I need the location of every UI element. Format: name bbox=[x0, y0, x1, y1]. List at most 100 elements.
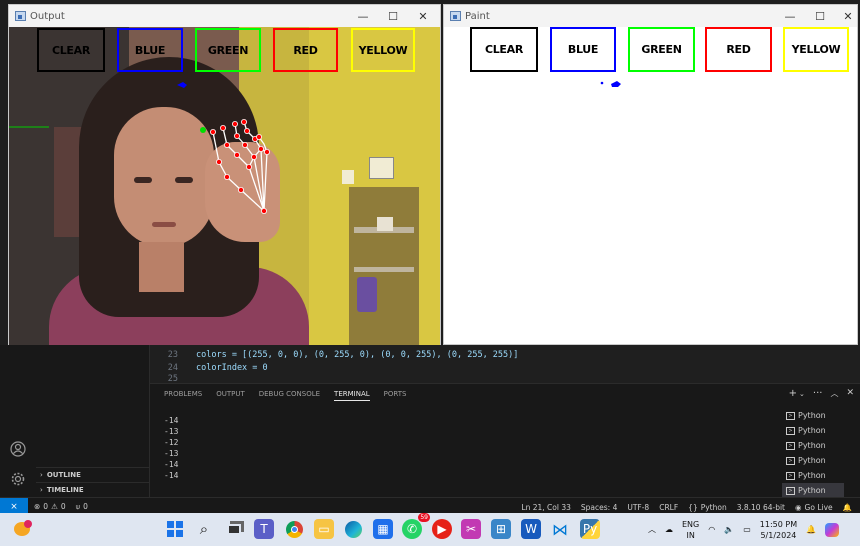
output-red-button[interactable]: RED bbox=[273, 28, 338, 72]
system-tray: ︿ ☁ ENG IN ◠ 🔈 ▭ 11:50 PM 5/1/2024 🔔 bbox=[648, 513, 840, 546]
maximize-panel-icon[interactable]: ︿ bbox=[830, 388, 838, 399]
notifications-bell-icon[interactable]: 🔔 bbox=[843, 503, 852, 512]
language-mode[interactable]: {} Python bbox=[688, 503, 727, 512]
braces-icon: {} bbox=[688, 502, 698, 512]
more-actions-icon[interactable]: ··· bbox=[813, 388, 823, 399]
youtube-music-icon[interactable]: ▶ bbox=[432, 519, 452, 539]
clock-date: 5/1/2024 bbox=[760, 530, 797, 540]
terminal-line: -14 bbox=[164, 416, 179, 425]
chevron-up-icon[interactable]: ︿ bbox=[648, 524, 656, 535]
outline-section[interactable]: › OUTLINE bbox=[36, 467, 150, 482]
code-text: colors = [(255, 0, 0), (0, 255, 0), (0, … bbox=[196, 349, 519, 360]
language-code: ENG bbox=[682, 519, 700, 529]
window-app-icon bbox=[15, 11, 26, 21]
output-clear-button[interactable]: CLEAR bbox=[37, 28, 105, 72]
search-icon[interactable]: ⌕ bbox=[194, 519, 214, 539]
close-panel-icon[interactable]: ✕ bbox=[846, 388, 854, 399]
end-of-line[interactable]: CRLF bbox=[659, 503, 678, 512]
output-yellow-button[interactable]: YELLOW bbox=[351, 28, 415, 72]
vscode-icon[interactable]: ⋈ bbox=[550, 519, 570, 539]
antenna-icon: ⍦ bbox=[75, 501, 81, 511]
code-text: colorIndex = 0 bbox=[196, 362, 268, 373]
terminal-icon: > bbox=[786, 441, 795, 450]
onedrive-cloud-icon[interactable]: ☁ bbox=[665, 525, 673, 534]
wifi-icon[interactable]: ◠ bbox=[708, 525, 715, 534]
snipping-tool-icon[interactable]: ✂ bbox=[461, 519, 481, 539]
language-indicator[interactable]: ENG IN bbox=[682, 519, 699, 541]
paint-blue-button[interactable]: BLUE bbox=[550, 27, 616, 72]
chevron-down-icon[interactable]: ⌄ bbox=[799, 390, 805, 399]
line-number: 24 bbox=[167, 362, 178, 373]
notification-bell-icon[interactable]: 🔔 bbox=[806, 525, 816, 534]
problems-status[interactable]: ⊗ 0 ⚠ 0 bbox=[34, 502, 66, 511]
tab-terminal[interactable]: TERMINAL bbox=[334, 390, 370, 401]
paint-red-button[interactable]: RED bbox=[705, 27, 772, 72]
edge-icon[interactable] bbox=[343, 519, 363, 539]
terminal-instance[interactable]: > Python bbox=[782, 453, 844, 468]
word-icon[interactable]: W bbox=[521, 519, 541, 539]
maximize-icon[interactable]: ☐ bbox=[378, 5, 408, 27]
close-icon[interactable]: ✕ bbox=[408, 5, 438, 27]
task-view-icon[interactable] bbox=[224, 519, 244, 539]
paint-yellow-button[interactable]: YELLOW bbox=[783, 27, 849, 72]
output-green-button[interactable]: GREEN bbox=[195, 28, 261, 72]
cursor-position[interactable]: Ln 21, Col 33 bbox=[521, 503, 570, 512]
battery-icon[interactable]: ▭ bbox=[743, 525, 751, 534]
go-live-label: Go Live bbox=[804, 502, 833, 512]
panel-tabs: PROBLEMS OUTPUT DEBUG CONSOLE TERMINAL P… bbox=[164, 390, 406, 401]
go-live-button[interactable]: ◉ Go Live bbox=[795, 503, 833, 512]
timeline-section[interactable]: › TIMELINE bbox=[36, 482, 150, 497]
terminal-instance-active[interactable]: > Python bbox=[782, 483, 844, 498]
output-window[interactable]: Output — ☐ ✕ CLEAR BLUE GREEN RED YELLOW bbox=[8, 4, 441, 350]
terminal-icon: > bbox=[786, 486, 795, 495]
terminal-instance-label: Python bbox=[798, 456, 826, 465]
code-line: 24 colorIndex = 0 bbox=[150, 361, 268, 374]
maximize-icon[interactable]: ☐ bbox=[805, 5, 835, 27]
start-windows-icon[interactable] bbox=[165, 519, 185, 539]
chevron-right-icon: › bbox=[40, 486, 43, 494]
tab-output[interactable]: OUTPUT bbox=[216, 390, 245, 401]
minimize-icon[interactable]: — bbox=[775, 5, 805, 27]
terminal-line: -13 bbox=[164, 427, 179, 436]
teams-icon[interactable]: T bbox=[254, 519, 274, 539]
account-icon[interactable] bbox=[10, 441, 26, 457]
clock-time: 11:50 PM bbox=[759, 519, 798, 529]
tab-debug-console[interactable]: DEBUG CONSOLE bbox=[259, 390, 320, 401]
volume-icon[interactable]: 🔈 bbox=[724, 525, 734, 534]
encoding[interactable]: UTF-8 bbox=[627, 503, 649, 512]
tab-ports[interactable]: PORTS bbox=[384, 390, 407, 401]
clock[interactable]: 11:50 PM 5/1/2024 bbox=[760, 519, 797, 541]
tab-problems[interactable]: PROBLEMS bbox=[164, 390, 202, 401]
terminal-instance[interactable]: > Python bbox=[782, 408, 844, 423]
terminal-instance[interactable]: > Python bbox=[782, 438, 844, 453]
copilot-icon[interactable] bbox=[825, 522, 840, 537]
terminal-icon: > bbox=[786, 426, 795, 435]
output-blue-button[interactable]: BLUE bbox=[117, 28, 183, 72]
vscode-window: › OUTLINE › TIMELINE 23 colors = [(255, 0… bbox=[0, 345, 860, 516]
indentation[interactable]: Spaces: 4 bbox=[581, 503, 617, 512]
paint-green-button[interactable]: GREEN bbox=[628, 27, 695, 72]
minimize-icon[interactable]: — bbox=[348, 5, 378, 27]
new-terminal-icon[interactable]: + bbox=[789, 388, 797, 399]
file-explorer-icon[interactable]: ▭ bbox=[314, 519, 334, 539]
chrome-icon[interactable] bbox=[284, 519, 304, 539]
widgets-weather-icon[interactable] bbox=[12, 519, 34, 539]
terminal-instance[interactable]: > Python bbox=[782, 423, 844, 438]
whatsapp-icon[interactable]: ✆ 59 bbox=[402, 513, 430, 539]
code-editor[interactable]: 23 colors = [(255, 0, 0), (0, 255, 0), (0… bbox=[150, 345, 860, 383]
close-icon[interactable]: ✕ bbox=[833, 5, 857, 27]
store-icon[interactable]: ▦ bbox=[373, 519, 393, 539]
python-icon[interactable]: Py bbox=[580, 519, 600, 539]
code-line: 25 bbox=[150, 374, 196, 383]
language-label: Python bbox=[700, 502, 727, 512]
terminal-instance[interactable]: > Python bbox=[782, 468, 844, 483]
manage-gear-icon[interactable] bbox=[10, 471, 26, 487]
paint-canvas[interactable]: CLEAR BLUE GREEN RED YELLOW bbox=[444, 27, 857, 344]
paint-clear-button[interactable]: CLEAR bbox=[470, 27, 538, 72]
python-interpreter[interactable]: 3.8.10 64-bit bbox=[737, 503, 785, 512]
paint-window[interactable]: Paint — ☐ ✕ CLEAR BLUE GREEN RED YELLOW bbox=[443, 4, 858, 345]
ports-status[interactable]: ⍦ 0 bbox=[76, 502, 88, 512]
terminal-list: > Python > Python > Python > Python > Python … bbox=[782, 408, 844, 498]
app-icon[interactable]: ⊞ bbox=[491, 519, 511, 539]
code-line: 23 colors = [(255, 0, 0), (0, 255, 0), (0… bbox=[150, 348, 519, 361]
